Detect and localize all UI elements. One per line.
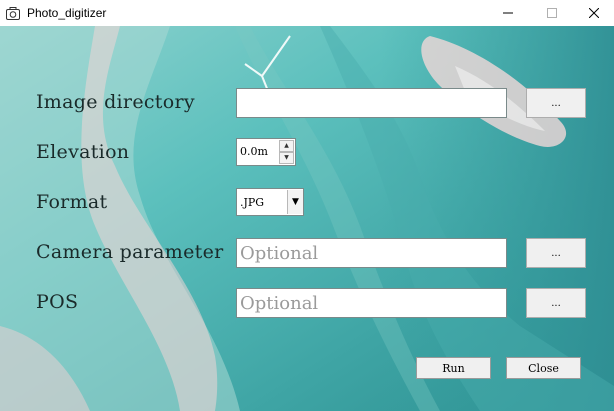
elevation-label: Elevation — [36, 141, 130, 163]
pos-browse-button[interactable]: ... — [526, 288, 586, 318]
close-window-button[interactable] — [574, 0, 614, 26]
camera-parameter-label: Camera parameter — [36, 241, 224, 263]
ocean-background — [0, 26, 614, 411]
image-directory-input[interactable] — [236, 88, 507, 118]
minimize-button[interactable] — [485, 0, 531, 26]
title-bar: Photo_digitizer — [0, 0, 614, 26]
pos-input[interactable] — [236, 288, 507, 318]
spin-down-icon[interactable]: ▼ — [279, 152, 294, 164]
elevation-spinbox[interactable]: 0.0m ▲ ▼ — [236, 138, 296, 166]
elevation-value: 0.0m — [240, 145, 268, 158]
close-button[interactable]: Close — [506, 357, 581, 379]
run-button[interactable]: Run — [416, 357, 491, 379]
camera-parameter-browse-button[interactable]: ... — [526, 238, 586, 268]
camera-icon — [5, 5, 21, 21]
pos-label: POS — [36, 291, 79, 313]
format-selected-value: .JPG — [240, 196, 265, 209]
maximize-button[interactable] — [529, 0, 575, 26]
chevron-down-icon[interactable]: ▼ — [287, 190, 303, 214]
image-directory-label: Image directory — [36, 91, 195, 113]
image-directory-browse-button[interactable]: ... — [526, 88, 586, 118]
format-label: Format — [36, 191, 108, 213]
spin-up-icon[interactable]: ▲ — [279, 140, 294, 152]
camera-parameter-input[interactable] — [236, 238, 507, 268]
app-window: Photo_digitizer Image directory Elevatio… — [0, 0, 614, 411]
format-select[interactable]: .JPG ▼ — [236, 188, 304, 216]
window-title: Photo_digitizer — [27, 6, 107, 20]
